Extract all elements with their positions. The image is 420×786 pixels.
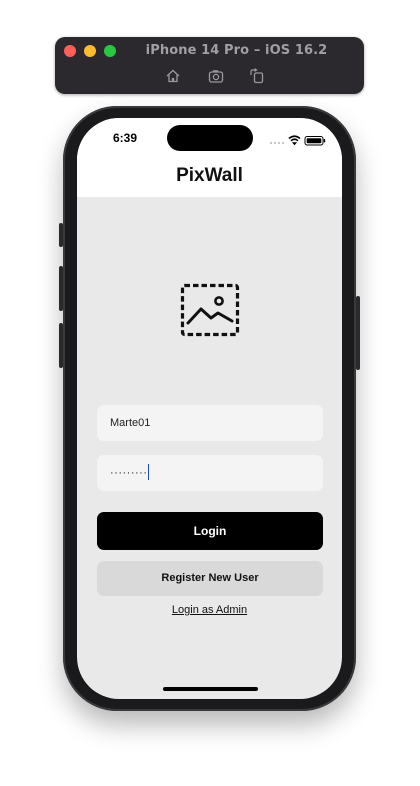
simulator-toolbar: iPhone 14 Pro – iOS 16.2	[55, 37, 364, 94]
window-zoom-button[interactable]	[104, 45, 116, 57]
text-cursor	[148, 464, 150, 481]
rotate-icon[interactable]	[249, 68, 265, 84]
home-indicator[interactable]	[163, 687, 258, 691]
screenshot-icon[interactable]	[208, 68, 224, 84]
app-header: 6:39 PixWall	[77, 118, 342, 197]
cellular-icon	[270, 142, 284, 144]
status-icons	[269, 131, 329, 146]
simulator-window-title: iPhone 14 Pro – iOS 16.2	[145, 43, 328, 58]
password-field[interactable]: ·········	[97, 455, 323, 491]
app-title: PixWall	[176, 165, 243, 186]
window-minimize-button[interactable]	[84, 45, 96, 57]
register-new-user-button[interactable]: Register New User	[97, 561, 323, 596]
app-screen: 6:39 PixWall Marte01 ········· Login Reg…	[77, 118, 342, 699]
battery-icon	[304, 136, 326, 146]
dynamic-island	[167, 125, 253, 151]
login-as-admin-link[interactable]: Login as Admin	[77, 604, 342, 616]
silent-switch	[59, 223, 63, 247]
password-masked-value: ·········	[110, 467, 148, 479]
username-value: Marte01	[110, 417, 151, 429]
login-button[interactable]: Login	[97, 512, 323, 550]
window-close-button[interactable]	[64, 45, 76, 57]
iphone-frame: 6:39 PixWall Marte01 ········· Login Reg…	[59, 106, 360, 711]
volume-up-button	[59, 266, 63, 311]
username-field[interactable]: Marte01	[97, 405, 323, 441]
power-button	[356, 296, 360, 370]
wifi-icon	[288, 135, 301, 146]
volume-down-button	[59, 323, 63, 368]
image-placeholder-icon	[180, 283, 240, 337]
status-time: 6:39	[113, 131, 138, 145]
home-icon[interactable]	[165, 68, 181, 84]
